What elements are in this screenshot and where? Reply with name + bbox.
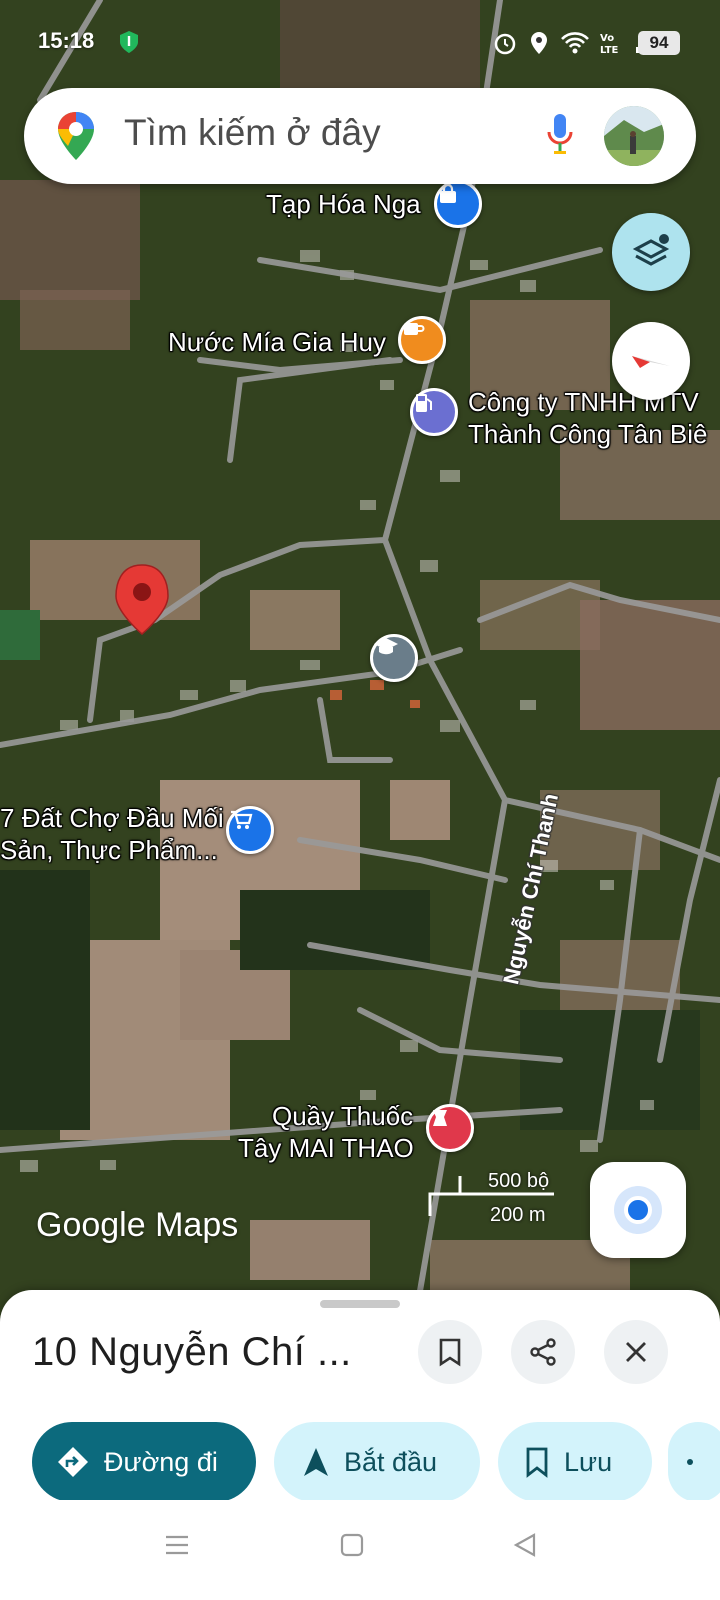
my-location-icon bbox=[624, 1196, 652, 1224]
alarm-icon bbox=[494, 33, 516, 55]
compass-icon bbox=[632, 356, 670, 368]
map-scale: 500 bộ 200 m bbox=[426, 1170, 556, 1230]
more-actions-chip[interactable] bbox=[668, 1422, 720, 1502]
search-bar[interactable]: Tìm kiếm ở đây bbox=[24, 88, 696, 184]
place-title: 10 Nguyễn Chí ... bbox=[32, 1330, 352, 1374]
directions-label: Đường đi bbox=[104, 1446, 218, 1477]
poi-label-quay-thuoc-line2[interactable]: Tây MAI THAO bbox=[238, 1132, 414, 1164]
bookmark-icon bbox=[526, 1447, 548, 1478]
scale-imperial: 500 bộ bbox=[488, 1170, 550, 1192]
scale-metric: 200 m bbox=[490, 1204, 546, 1226]
bookmark-button[interactable] bbox=[418, 1320, 482, 1384]
share-icon bbox=[530, 1338, 556, 1366]
satellite-map[interactable]: Tạp Hóa Nga Nước Mía Gia Huy Công ty TNH… bbox=[0, 0, 720, 1320]
gas-station-icon[interactable] bbox=[410, 388, 458, 436]
share-icon bbox=[687, 1459, 693, 1465]
google-maps-pin-icon bbox=[58, 112, 94, 160]
back-icon[interactable] bbox=[512, 1532, 538, 1558]
share-button[interactable] bbox=[511, 1320, 575, 1384]
svg-text:LTE: LTE bbox=[600, 45, 619, 55]
close-icon bbox=[626, 1342, 646, 1362]
poi-label-cho-line1[interactable]: 7 Đất Chợ Đầu Mối bbox=[0, 802, 224, 834]
pharmacy-icon[interactable] bbox=[426, 1104, 474, 1152]
poi-label-tap-hoa-nga[interactable]: Tạp Hóa Nga bbox=[266, 188, 421, 220]
start-navigation-button[interactable]: Bắt đầu bbox=[274, 1422, 480, 1502]
directions-button[interactable]: Đường đi bbox=[32, 1422, 256, 1502]
poi-label-quay-thuoc-line1[interactable]: Quầy Thuốc bbox=[272, 1100, 413, 1132]
shopping-bag-icon[interactable] bbox=[434, 180, 482, 228]
poi-label-cho-line2[interactable]: Sản, Thực Phẩm... bbox=[0, 834, 218, 866]
search-input[interactable]: Tìm kiếm ở đây bbox=[124, 112, 381, 154]
shopping-cart-icon[interactable] bbox=[226, 806, 274, 854]
drag-handle[interactable] bbox=[320, 1300, 400, 1308]
svg-text:Vo: Vo bbox=[600, 33, 614, 44]
directions-icon bbox=[58, 1447, 88, 1477]
microphone-icon[interactable] bbox=[546, 112, 574, 158]
my-location-button[interactable] bbox=[590, 1162, 686, 1258]
recent-apps-icon[interactable] bbox=[164, 1532, 190, 1558]
save-label: Lưu bbox=[564, 1446, 613, 1477]
location-icon bbox=[531, 32, 547, 54]
system-navigation-bar bbox=[0, 1500, 720, 1600]
start-label: Bắt đầu bbox=[344, 1446, 438, 1477]
status-bar: 15:18 Vo LTE 94 bbox=[0, 22, 720, 62]
navigation-arrow-icon bbox=[304, 1448, 328, 1476]
poi-label-cong-ty-line2[interactable]: Thành Công Tân Biê bbox=[468, 418, 707, 450]
shield-icon bbox=[120, 31, 138, 53]
save-button[interactable]: Lưu bbox=[498, 1422, 652, 1502]
compass-button[interactable] bbox=[612, 322, 690, 400]
avatar[interactable] bbox=[604, 106, 664, 166]
bookmark-icon bbox=[439, 1338, 461, 1367]
battery-indicator: 94 bbox=[638, 31, 680, 55]
home-icon[interactable] bbox=[339, 1532, 365, 1558]
status-time: 15:18 bbox=[38, 28, 95, 53]
google-maps-watermark: Google Maps bbox=[36, 1206, 239, 1244]
wifi-icon bbox=[561, 32, 589, 54]
layers-icon bbox=[632, 234, 670, 266]
school-icon[interactable] bbox=[370, 634, 418, 682]
close-button[interactable] bbox=[604, 1320, 668, 1384]
volte-icon: VoLTE bbox=[600, 33, 619, 55]
layers-button[interactable] bbox=[612, 213, 690, 291]
coffee-cup-icon[interactable] bbox=[398, 316, 446, 364]
poi-label-nuoc-mia[interactable]: Nước Mía Gia Huy bbox=[168, 326, 386, 358]
